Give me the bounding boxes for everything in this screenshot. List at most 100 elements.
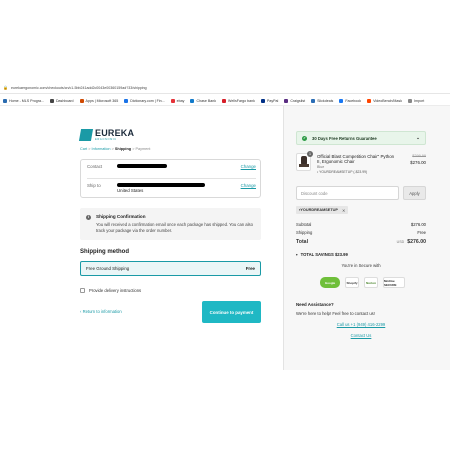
mcafee-badge-icon: McAfee SECURE [383,277,405,288]
shipping-option-free-ground[interactable]: Free Ground Shipping Free [80,261,261,276]
redacted-address [117,183,205,187]
breadcrumb-sep: > [111,147,114,151]
bookmark-favicon-icon [124,98,129,103]
total-value: $276.00 [407,239,426,245]
info-icon: i [86,215,91,220]
bookmark-item[interactable]: Facebook [339,98,361,103]
chevron-down-icon[interactable]: ⌄ [416,135,420,141]
bookmark-item[interactable]: Dashboard [49,98,74,103]
return-to-information-link[interactable]: ‹ Return to information [80,309,122,314]
shipping-label: Shipping [296,230,313,235]
breadcrumb-shipping: Shipping [114,147,132,151]
bookmark-favicon-icon [408,98,413,103]
order-summary: ✓ 30 Days Free Returns Guarantee ⌄ 1 Off… [283,106,450,370]
change-contact-link[interactable]: Change [241,160,256,169]
shipping-value: Free [417,230,426,235]
returns-guarantee-banner[interactable]: ✓ 30 Days Free Returns Guarantee ⌄ [296,131,426,145]
guarantee-text: 30 Days Free Returns Guarantee [312,135,377,141]
contact-summary-box: Contact Change Ship to United States Cha… [80,159,261,198]
bookmark-label: Import [414,98,425,103]
breadcrumb-cart[interactable]: Cart [80,147,87,151]
bookmark-favicon-icon [3,98,7,103]
tag-icon: ⬩ [296,252,298,257]
return-label: Return to information [82,309,122,314]
bookmark-label: Dashboard [55,98,74,103]
applied-discount-tag: ⬩ YOURDREAMSETUP ✕ [296,206,349,214]
bookmark-label: PayPal [266,98,279,103]
delivery-label: Provide delivery instructions [89,288,142,293]
delivery-instructions[interactable]: Provide delivery instructions [80,288,141,293]
bookmark-favicon-icon [367,98,372,103]
total-currency: USD [396,240,405,244]
subtotal-row: Subtotal $276.00 [296,222,426,227]
confirmation-message: You will received a confirmation email o… [96,222,253,233]
total-savings: ⬩ TOTAL SAVINGS $23.99 [296,252,348,257]
savings-value: $23.99 [334,252,348,257]
delivery-checkbox[interactable] [80,288,85,293]
address-bar[interactable]: 🔒 eurekaergonomic.com/checkouts/cn/c1-5b… [0,82,450,94]
bookmark-label: WellsFargo bank [228,98,255,103]
brand-mark-icon [78,129,94,141]
bookmark-label: Home - MLS Progra... [9,98,44,103]
bookmark-favicon-icon [49,98,54,103]
shipto-row: Ship to United States Change [87,179,256,197]
breadcrumb-payment: Payment [135,147,151,151]
product-discount-code: ⬩ YOURDREAMSETUP (-$23.99) [317,170,367,174]
quantity-badge: 1 [307,151,313,157]
apply-button[interactable]: Apply [403,186,426,200]
bookmark-item[interactable]: Home - MLS Progra... [3,98,44,103]
product-line-item: 1 Official Blast Competition Chair" Pyth… [296,151,426,181]
phone-link[interactable]: Call us +1 (949) 416-2299 [296,322,426,327]
bookmark-item[interactable]: ebay [170,98,185,103]
bookmark-item[interactable]: VideoBench/Mask [367,98,403,103]
google-badge-icon: Google [320,277,340,288]
shipto-label: Ship to [87,183,101,188]
subtotal-value: $276.00 [410,222,426,227]
total-label: Total [296,239,309,245]
shipto-value: United States [117,179,241,193]
bookmark-label: Apps | Microsoft 365 [85,98,119,103]
shipping-method-heading: Shipping method [80,249,129,255]
bookmark-item[interactable]: Dictionary.com | Fin... [124,98,165,103]
bookmark-label: VideoBench/Mask [373,98,403,103]
product-name: Official Blast Competition Chair" Python… [317,154,395,165]
bookmark-item[interactable]: WellsFargo bank [222,98,255,103]
contact-label: Contact [87,164,103,169]
total-row: Total USD $276.00 [296,239,426,245]
shopify-badge-icon: Shopify [345,277,359,288]
brand-name: EUREKA [95,128,135,138]
bookmark-label: Craigslist [290,98,306,103]
applied-code: YOURDREAMSETUP [300,208,338,212]
chair-seat [299,164,309,167]
bookmarks-bar: Home - MLS Progra... Dashboard Apps | Micr… [0,96,450,106]
continue-to-payment-button[interactable]: Continue to payment [202,301,261,323]
contact-row: Contact Change [87,160,256,178]
bookmark-favicon-icon [284,98,289,103]
bookmark-item[interactable]: Slickdeals [311,98,334,103]
lock-icon: 🔒 [3,85,8,90]
discount-code-input[interactable]: Discount code [296,186,399,200]
bookmark-label: Slickdeals [317,98,334,103]
bookmark-favicon-icon [170,98,175,103]
bookmark-item[interactable]: Chase Bank [190,98,216,103]
bookmark-label: ebay [176,98,185,103]
remove-discount-icon[interactable]: ✕ [342,208,345,213]
change-shipto-link[interactable]: Change [241,179,256,188]
shipping-confirmation-notice: i Shipping Confirmation You will receive… [80,208,261,240]
bookmark-item[interactable]: Craigslist [284,98,306,103]
check-icon: ✓ [302,135,307,141]
confirmation-title: Shipping Confirmation [96,214,146,219]
bookmark-label: Dictionary.com | Fin... [130,98,165,103]
bookmark-item[interactable]: Apps | Microsoft 365 [79,98,119,103]
contact-us-link[interactable]: Contact Us [296,333,426,338]
norton-badge-icon: Norton [364,277,378,288]
product-price: $276.00 [410,160,426,165]
url-text[interactable]: eurekaergonomic.com/checkouts/cn/c1-5bb2… [11,86,147,90]
breadcrumb-information[interactable]: Information [92,147,111,151]
brand-tagline: ERGONOMIC [95,138,117,141]
product-variant: Blue [317,165,325,169]
checkout-main: EUREKA ERGONOMIC Cart > Information > Sh… [78,106,265,406]
bookmark-item[interactable]: PayPal [260,98,279,103]
brand-logo[interactable]: EUREKA ERGONOMIC [78,128,135,141]
bookmark-item[interactable]: Import [408,98,425,103]
